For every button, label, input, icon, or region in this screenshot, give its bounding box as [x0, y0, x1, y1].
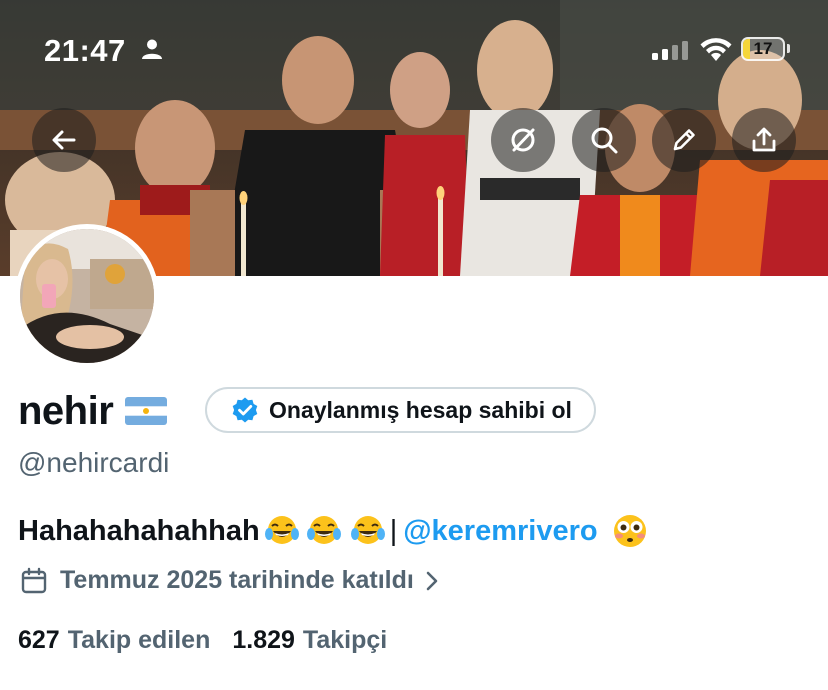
share-icon: [752, 127, 776, 152]
battery-indicator: 17: [741, 37, 785, 61]
chevron-right-icon: [426, 571, 438, 590]
following-label: Takip edilen: [67, 626, 211, 654]
following-count: 627: [18, 626, 60, 654]
cellular-signal-icon: [652, 41, 688, 60]
bio-separator: |: [389, 514, 398, 547]
joined-date-row[interactable]: Temmuz 2025 tarihinde katıldı: [20, 566, 440, 595]
avatar-photo: [20, 229, 154, 363]
followers-count: 1.829: [232, 626, 295, 654]
flushed-face-emoji-icon: [613, 515, 646, 547]
back-button[interactable]: [32, 108, 96, 172]
focus-person-icon: [142, 39, 162, 59]
avatar[interactable]: [15, 224, 159, 368]
get-verified-label: Onaylanmış hesap sahibi ol: [269, 396, 572, 423]
verified-badge-icon: [232, 397, 258, 423]
tears-of-joy-emoji-icon: [264, 516, 299, 544]
followers-link[interactable]: 1.829 Takipçi: [232, 626, 387, 655]
display-name: nehir: [18, 388, 114, 433]
follow-stats: 627 Takip edilen 1.829 Takipçi: [18, 626, 387, 655]
argentina-flag-icon: [125, 397, 168, 425]
search-icon: [591, 127, 618, 154]
followers-label: Takipçi: [302, 626, 388, 654]
bio: Hahahahahahhah | @keremrivero: [18, 513, 650, 549]
grok-button[interactable]: [491, 108, 555, 172]
grok-icon: [511, 128, 535, 152]
share-button[interactable]: [732, 108, 796, 172]
pencil-icon: [673, 129, 695, 151]
wifi-icon: [700, 38, 732, 61]
name-row: nehir: [18, 386, 168, 436]
bio-text: Hahahahahahhah: [18, 514, 260, 547]
tears-of-joy-emoji-icon: [306, 516, 341, 544]
status-time: 21:47: [44, 33, 126, 68]
user-handle: @nehircardi: [18, 447, 170, 478]
arrow-left-icon: [52, 130, 76, 150]
following-link[interactable]: 627 Takip edilen: [18, 626, 210, 655]
joined-date: Temmuz 2025 tarihinde katıldı: [60, 566, 414, 594]
battery-level: 17: [753, 39, 773, 58]
calendar-icon: [21, 567, 47, 593]
search-button[interactable]: [572, 108, 636, 172]
battery-nub: [787, 44, 790, 53]
bio-mention-link[interactable]: @keremrivero: [403, 515, 597, 548]
avatar-image: [20, 229, 154, 363]
get-verified-button[interactable]: Onaylanmış hesap sahibi ol: [205, 387, 596, 433]
tears-of-joy-emoji-icon: [350, 516, 385, 544]
edit-button[interactable]: [652, 108, 716, 172]
